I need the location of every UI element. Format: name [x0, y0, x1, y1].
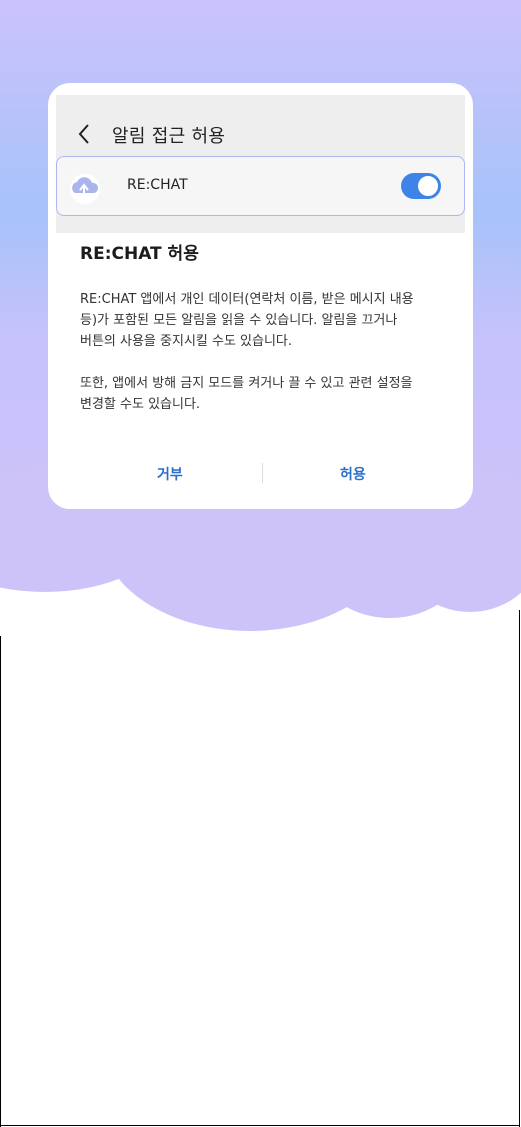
deny-button[interactable]: 거부	[157, 464, 183, 484]
chevron-left-icon[interactable]	[76, 123, 92, 145]
frame-border-right	[519, 610, 520, 1127]
toggle-knob	[416, 174, 440, 198]
body-line: RE:CHAT 앱에서 개인 데이터(연락처 이름, 받은 메시지 내용	[80, 292, 414, 307]
frame-border-bottom	[0, 1125, 520, 1126]
permission-dialog: RE:CHAT 허용 RE:CHAT 앱에서 개인 데이터(연락처 이름, 받은…	[56, 233, 465, 509]
body-line: 버튼의 사용을 중지시킬 수도 있습니다.	[80, 334, 293, 349]
body-line: 또한, 앱에서 방해 금지 모드를 켜거나 끌 수 있고 관련 설정을	[80, 376, 413, 391]
access-toggle[interactable]	[401, 173, 441, 199]
app-list-item[interactable]: RE:CHAT	[56, 156, 465, 216]
dialog-body: RE:CHAT 앱에서 개인 데이터(연락처 이름, 받은 메시지 내용 등)가…	[80, 289, 450, 415]
body-paragraph-1: RE:CHAT 앱에서 개인 데이터(연락처 이름, 받은 메시지 내용 등)가…	[80, 289, 450, 352]
cloud-upload-icon	[70, 174, 100, 204]
app-name: RE:CHAT	[127, 177, 188, 193]
page-title: 알림 접근 허용	[112, 126, 226, 147]
permission-card: 알림 접근 허용 RE:CHAT RE:CHAT 허용 RE:CHAT 앱에서 …	[48, 83, 473, 509]
dialog-title: RE:CHAT 허용	[80, 244, 199, 264]
frame-border-left	[0, 636, 1, 1127]
button-divider	[262, 463, 263, 483]
allow-button[interactable]: 허용	[340, 464, 366, 484]
screen: 알림 접근 허용 RE:CHAT RE:CHAT 허용 RE:CHAT 앱에서 …	[0, 0, 521, 1127]
body-line: 등)가 포함된 모든 알림을 읽을 수 있습니다. 알림을 끄거나	[80, 313, 398, 328]
body-line: 변경할 수도 있습니다.	[80, 397, 201, 412]
body-paragraph-2: 또한, 앱에서 방해 금지 모드를 켜거나 끌 수 있고 관련 설정을 변경할 …	[80, 373, 450, 415]
